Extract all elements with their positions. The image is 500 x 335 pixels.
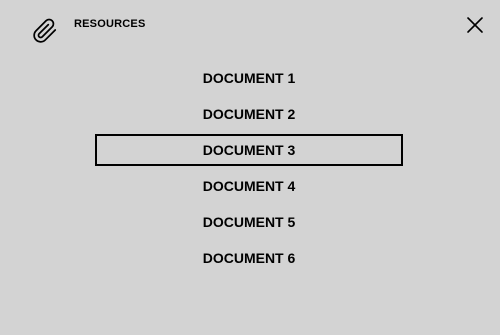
document-item-3[interactable]: DOCUMENT 3 [95, 134, 403, 166]
document-item-1[interactable]: DOCUMENT 1 [95, 62, 403, 94]
document-item-6[interactable]: DOCUMENT 6 [95, 242, 403, 274]
close-icon[interactable] [464, 14, 486, 36]
dialog-header: RESOURCES [0, 0, 500, 60]
document-item-5[interactable]: DOCUMENT 5 [95, 206, 403, 238]
paperclip-icon [33, 18, 57, 43]
document-item-4[interactable]: DOCUMENT 4 [95, 170, 403, 202]
dialog-title: RESOURCES [74, 18, 146, 30]
document-item-2[interactable]: DOCUMENT 2 [95, 98, 403, 130]
document-list: DOCUMENT 1 DOCUMENT 2 DOCUMENT 3 DOCUMEN… [95, 62, 403, 278]
